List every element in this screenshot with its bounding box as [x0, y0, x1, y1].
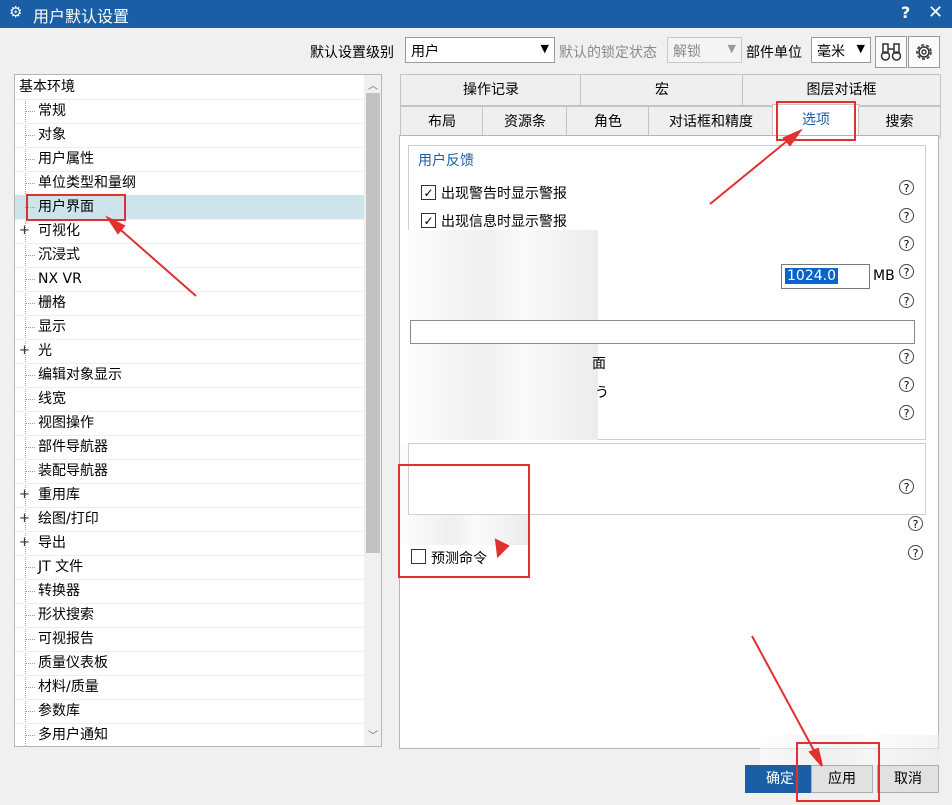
- annotation-arrows: [105, 128, 823, 767]
